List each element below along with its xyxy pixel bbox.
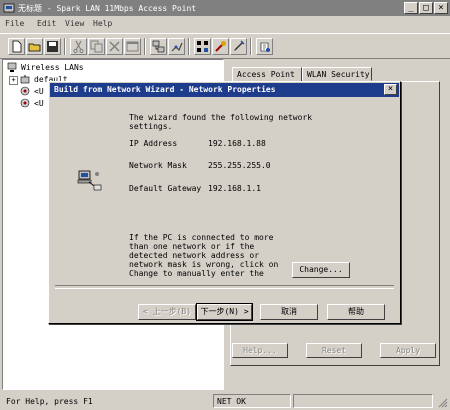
- dialog-separator: [55, 285, 394, 289]
- menu-file[interactable]: File: [5, 19, 24, 28]
- toolbar: [0, 33, 450, 59]
- tab-access-point[interactable]: Access Point: [232, 67, 302, 81]
- tools-icon[interactable]: [212, 38, 229, 55]
- network-wizard-icon[interactable]: [150, 38, 167, 55]
- default-gateway-label: Default Gateway: [129, 184, 202, 193]
- status-help-text: For Help, press F1: [6, 397, 93, 406]
- properties-icon[interactable]: [124, 38, 141, 55]
- dialog-close-button[interactable]: ×: [384, 84, 397, 95]
- change-button[interactable]: Change...: [292, 262, 350, 278]
- network-mask-value: 255.255.255.0: [208, 161, 271, 170]
- default-gateway-value: 192.168.1.1: [208, 184, 261, 193]
- edit-icon[interactable]: [230, 38, 247, 55]
- menu-edit[interactable]: Edit: [37, 19, 56, 28]
- open-folder-icon[interactable]: [26, 38, 43, 55]
- new-file-icon[interactable]: [8, 38, 25, 55]
- window-titlebar[interactable]: 无标题 - Spark LAN 11Mbps Access Point _ □ …: [0, 0, 450, 16]
- toolbar-separator: [144, 38, 146, 55]
- wireless-lan-icon: [7, 62, 18, 75]
- toolbar-separator: [188, 38, 190, 55]
- note-line5: Change to manually enter the: [129, 269, 264, 278]
- toolbar-separator: [64, 38, 66, 55]
- menu-help[interactable]: Help: [93, 19, 112, 28]
- network-mask-label: Network Mask: [129, 161, 187, 170]
- tab-wlan-security[interactable]: WLAN Security: [302, 67, 372, 81]
- menu-view[interactable]: View: [65, 19, 84, 28]
- intro-text-line2: settings.: [129, 122, 173, 131]
- note-line4: network mask is wrong, click on: [129, 260, 279, 269]
- cancel-button[interactable]: 取消: [260, 304, 318, 320]
- resize-grip-icon[interactable]: [436, 396, 448, 408]
- cut-icon[interactable]: [70, 38, 87, 55]
- tree-item-unit-1[interactable]: <U: [34, 87, 44, 96]
- window-title: 无标题 - Spark LAN 11Mbps Access Point: [18, 4, 197, 13]
- toolbar-separator: [250, 38, 252, 55]
- ip-address-label: IP Address: [129, 139, 178, 148]
- help-icon[interactable]: [256, 38, 273, 55]
- network-wizard-dialog: Build from Network Wizard - Network Prop…: [48, 81, 401, 324]
- dialog-title: Build from Network Wizard - Network Prop…: [54, 85, 276, 94]
- back-button[interactable]: < 上一步(B): [138, 304, 196, 320]
- settings-icon[interactable]: [194, 38, 211, 55]
- ip-address-value: 192.168.1.88: [208, 139, 266, 148]
- tree-item-wireless-lans[interactable]: Wireless LANs: [21, 63, 84, 72]
- apply-button[interactable]: Apply: [380, 343, 436, 358]
- delete-icon[interactable]: [106, 38, 123, 55]
- note-line3: detected network address or: [129, 251, 260, 260]
- tree-expand-toggle[interactable]: +: [9, 76, 18, 85]
- next-button[interactable]: 下一步(N) >: [196, 303, 253, 321]
- copy-icon[interactable]: [88, 38, 105, 55]
- app-icon: [3, 2, 15, 14]
- maximize-button[interactable]: □: [419, 2, 433, 14]
- status-pane-empty: [293, 394, 433, 408]
- network-computer-icon: [77, 168, 103, 194]
- note-line1: If the PC is connected to more: [129, 233, 274, 242]
- minimize-button[interactable]: _: [404, 2, 418, 14]
- unit-icon: [20, 98, 31, 111]
- intro-text-line1: The wizard found the following network: [129, 113, 313, 122]
- status-net: NET OK: [213, 394, 291, 408]
- note-line2: than one network or if the: [129, 242, 255, 251]
- connect-icon[interactable]: [168, 38, 185, 55]
- help-button[interactable]: Help...: [232, 343, 288, 358]
- menubar: File Edit View Help: [0, 17, 450, 31]
- save-icon[interactable]: [44, 38, 61, 55]
- close-button[interactable]: ×: [434, 2, 448, 14]
- dialog-titlebar[interactable]: Build from Network Wizard - Network Prop…: [50, 83, 399, 97]
- dialog-help-button[interactable]: 帮助: [327, 304, 385, 320]
- tree-item-unit-2[interactable]: <U: [34, 99, 44, 108]
- reset-button[interactable]: Reset: [306, 343, 362, 358]
- status-bar: For Help, press F1 NET OK: [0, 392, 450, 410]
